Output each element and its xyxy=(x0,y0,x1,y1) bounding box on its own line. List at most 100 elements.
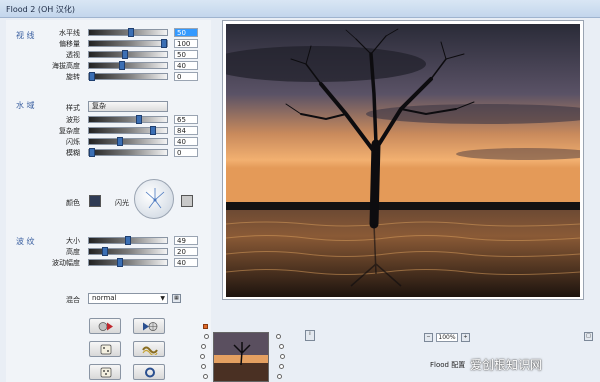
navigator-ring-dot[interactable] xyxy=(200,354,205,359)
dice-icon xyxy=(100,344,112,355)
navigator-ring-dot[interactable] xyxy=(204,334,209,339)
forward-play-button[interactable] xyxy=(133,318,165,334)
ring-icon xyxy=(145,367,155,378)
ripple-label: 波动幅度 xyxy=(52,259,80,267)
ripple-slider-thumb[interactable] xyxy=(102,247,108,256)
fit-icon: □ xyxy=(586,333,591,339)
horizon-value-input[interactable]: 50 xyxy=(174,28,198,37)
water-slider-thumb[interactable] xyxy=(117,137,123,146)
randomize-all-button[interactable] xyxy=(89,364,121,380)
horizon-label: 透视 xyxy=(66,51,80,59)
plus-icon: + xyxy=(463,334,468,340)
water-slider-thumb[interactable] xyxy=(89,148,95,157)
glint-angle-dial[interactable] xyxy=(134,179,174,219)
play-target-icon xyxy=(143,322,158,331)
blend-options-button[interactable]: ▦ xyxy=(172,294,181,303)
horizon-value-input[interactable]: 40 xyxy=(174,61,198,70)
flooded-tree-image xyxy=(226,24,580,297)
zoom-out-button[interactable]: − xyxy=(424,333,433,342)
ripple-value-input[interactable]: 20 xyxy=(174,247,198,256)
style-label: 样式 xyxy=(66,104,80,112)
navigator-ring-dot[interactable] xyxy=(279,344,284,349)
horizon-value-input[interactable]: 100 xyxy=(174,39,198,48)
wave-button[interactable] xyxy=(133,341,165,357)
window-title: Flood 2 (OH 汉化) xyxy=(6,5,75,14)
horizon-slider[interactable] xyxy=(88,39,168,48)
navigator-ring-dot[interactable] xyxy=(277,374,282,379)
ripple-slider-thumb[interactable] xyxy=(125,236,131,245)
water-slider[interactable] xyxy=(88,148,168,157)
horizon-value-input[interactable]: 0 xyxy=(174,72,198,81)
navigator-ring-dot[interactable] xyxy=(276,334,281,339)
navigator-ring-dot[interactable] xyxy=(201,344,206,349)
blend-select-value: normal xyxy=(92,294,117,302)
navigator-thumbnail[interactable] xyxy=(213,332,269,382)
horizon-slider-thumb[interactable] xyxy=(89,72,95,81)
minus-icon: − xyxy=(426,334,431,340)
color-label: 颜色 xyxy=(66,199,80,207)
ripple-slider[interactable] xyxy=(88,247,168,256)
horizon-label: 偏移量 xyxy=(59,40,80,48)
ripple-label: 大小 xyxy=(66,237,80,245)
horizon-slider[interactable] xyxy=(88,61,168,70)
horizon-label: 水平线 xyxy=(59,29,80,37)
preview-frame xyxy=(222,20,584,300)
chevron-down-icon: ▼ xyxy=(160,295,165,302)
horizon-value-input[interactable]: 50 xyxy=(174,50,198,59)
glint-color-swatch[interactable] xyxy=(181,195,193,207)
horizon-slider[interactable] xyxy=(88,72,168,81)
ring-button[interactable] xyxy=(133,364,165,380)
water-slider-thumb[interactable] xyxy=(150,126,156,135)
watermark-text: 爱创根知识网 xyxy=(470,358,543,372)
horizon-slider-thumb[interactable] xyxy=(161,39,167,48)
water-value-input[interactable]: 0 xyxy=(174,148,198,157)
ripple-value-input[interactable]: 49 xyxy=(174,236,198,245)
wave-icon xyxy=(142,346,158,355)
style-button[interactable]: 复杂 xyxy=(88,101,168,112)
zoom-in-button[interactable]: + xyxy=(461,333,470,342)
zoom-level[interactable]: 100% xyxy=(436,333,458,342)
water-value-input[interactable]: 40 xyxy=(174,137,198,146)
ripple-slider[interactable] xyxy=(88,258,168,267)
preview-play-button[interactable] xyxy=(89,318,121,334)
horizon-slider-thumb[interactable] xyxy=(119,61,125,70)
randomize-button[interactable] xyxy=(89,341,121,357)
blend-select[interactable]: normal ▼ xyxy=(88,293,168,304)
ripple-slider-thumb[interactable] xyxy=(117,258,123,267)
water-label: 复杂度 xyxy=(59,127,80,135)
ripple-slider[interactable] xyxy=(88,236,168,245)
navigator-ring-dot[interactable] xyxy=(280,354,285,359)
horizon-label: 海拔高度 xyxy=(52,62,80,70)
horizon-slider-thumb[interactable] xyxy=(128,28,134,37)
water-slider-thumb[interactable] xyxy=(136,115,142,124)
water-value-input[interactable]: 84 xyxy=(174,126,198,135)
dice-icon xyxy=(100,367,112,378)
navigator-ring-dot[interactable] xyxy=(201,364,206,369)
glint-label: 闪光 xyxy=(115,199,129,207)
thumbnail-image xyxy=(214,333,268,381)
ripple-value-input[interactable]: 40 xyxy=(174,258,198,267)
water-label: 闪烁 xyxy=(66,138,80,146)
water-slider[interactable] xyxy=(88,137,168,146)
dial-spokes-icon xyxy=(145,188,165,209)
navigator-marker xyxy=(203,324,208,329)
info-button[interactable]: i xyxy=(305,330,315,341)
horizon-slider[interactable] xyxy=(88,28,168,37)
horizon-slider[interactable] xyxy=(88,50,168,59)
info-icon: i xyxy=(309,331,311,337)
horizon-label: 旋转 xyxy=(66,73,80,81)
brand-label: Flood 配置 xyxy=(430,361,466,369)
water-slider[interactable] xyxy=(88,126,168,135)
water-value-input[interactable]: 65 xyxy=(174,115,198,124)
navigator-ring-dot[interactable] xyxy=(279,364,284,369)
play-record-icon xyxy=(98,322,113,331)
water-color-swatch[interactable] xyxy=(89,195,101,207)
blend-label: 混合 xyxy=(66,296,80,304)
window-titlebar: Flood 2 (OH 汉化) xyxy=(0,0,600,18)
preview-image xyxy=(226,24,580,297)
fit-view-button[interactable]: □ xyxy=(584,332,593,341)
horizon-slider-thumb[interactable] xyxy=(122,50,128,59)
water-slider[interactable] xyxy=(88,115,168,124)
navigator-ring-dot[interactable] xyxy=(203,374,208,379)
options-icon: ▦ xyxy=(174,295,179,301)
